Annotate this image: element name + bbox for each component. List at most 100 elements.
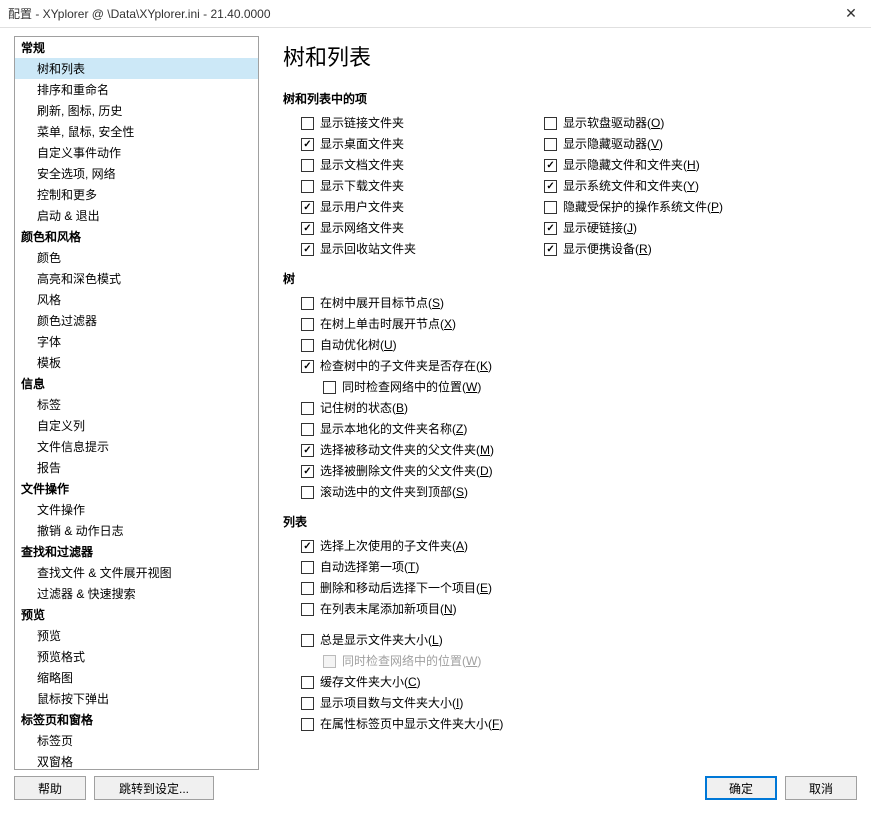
- option-row[interactable]: 总是显示文件夹大小(L): [301, 630, 851, 651]
- sidebar-item[interactable]: 预览格式: [15, 646, 258, 667]
- option-row[interactable]: 在树中展开目标节点(S): [301, 293, 851, 314]
- checkbox[interactable]: [301, 718, 314, 731]
- option-row[interactable]: 删除和移动后选择下一个项目(E): [301, 578, 851, 599]
- sidebar-item[interactable]: 菜单, 鼠标, 安全性: [15, 121, 258, 142]
- option-row[interactable]: 显示硬链接(J): [544, 218, 723, 239]
- checkbox[interactable]: [301, 540, 314, 553]
- option-row[interactable]: 显示便携设备(R): [544, 239, 723, 260]
- spacer: [301, 620, 851, 630]
- option-row[interactable]: 显示下载文件夹: [301, 176, 416, 197]
- close-icon[interactable]: ✕: [831, 0, 871, 28]
- checkbox[interactable]: [301, 180, 314, 193]
- sidebar-item[interactable]: 文件操作: [15, 499, 258, 520]
- checkbox[interactable]: [301, 486, 314, 499]
- option-row[interactable]: 在列表末尾添加新项目(N): [301, 599, 851, 620]
- option-label: 显示项目数与文件夹大小(I): [320, 694, 463, 713]
- checkbox[interactable]: [544, 117, 557, 130]
- checkbox[interactable]: [301, 222, 314, 235]
- option-row[interactable]: 显示回收站文件夹: [301, 239, 416, 260]
- sidebar-item[interactable]: 文件信息提示: [15, 436, 258, 457]
- sidebar-item[interactable]: 字体: [15, 331, 258, 352]
- sidebar-item[interactable]: 自定义事件动作: [15, 142, 258, 163]
- option-row[interactable]: 选择被删除文件夹的父文件夹(D): [301, 461, 851, 482]
- checkbox[interactable]: [544, 159, 557, 172]
- option-row[interactable]: 自动选择第一项(T): [301, 557, 851, 578]
- sidebar-item[interactable]: 模板: [15, 352, 258, 373]
- sidebar-item[interactable]: 风格: [15, 289, 258, 310]
- checkbox[interactable]: [544, 243, 557, 256]
- sidebar-item[interactable]: 查找文件 & 文件展开视图: [15, 562, 258, 583]
- option-row[interactable]: 滚动选中的文件夹到顶部(S): [301, 482, 851, 503]
- checkbox[interactable]: [301, 360, 314, 373]
- sidebar-item[interactable]: 树和列表: [15, 58, 258, 79]
- sidebar-item[interactable]: 启动 & 退出: [15, 205, 258, 226]
- checkbox[interactable]: [301, 339, 314, 352]
- checkbox[interactable]: [301, 465, 314, 478]
- option-row[interactable]: 检查树中的子文件夹是否存在(K): [301, 356, 851, 377]
- checkbox[interactable]: [301, 697, 314, 710]
- option-row[interactable]: 显示隐藏文件和文件夹(H): [544, 155, 723, 176]
- option-row[interactable]: 选择上次使用的子文件夹(A): [301, 536, 851, 557]
- checkbox[interactable]: [301, 318, 314, 331]
- checkbox[interactable]: [544, 201, 557, 214]
- sidebar-item[interactable]: 过滤器 & 快速搜索: [15, 583, 258, 604]
- sidebar-item[interactable]: 预览: [15, 625, 258, 646]
- checkbox[interactable]: [301, 582, 314, 595]
- option-row[interactable]: 显示链接文件夹: [301, 113, 416, 134]
- option-row[interactable]: 选择被移动文件夹的父文件夹(M): [301, 440, 851, 461]
- checkbox[interactable]: [323, 381, 336, 394]
- checkbox[interactable]: [301, 676, 314, 689]
- cancel-button[interactable]: 取消: [785, 776, 857, 800]
- option-row[interactable]: 显示系统文件和文件夹(Y): [544, 176, 723, 197]
- checkbox[interactable]: [301, 201, 314, 214]
- sidebar-item[interactable]: 双窗格: [15, 751, 258, 770]
- sidebar-item[interactable]: 标签: [15, 394, 258, 415]
- sidebar-item[interactable]: 安全选项, 网络: [15, 163, 258, 184]
- option-row[interactable]: 在树上单击时展开节点(X): [301, 314, 851, 335]
- checkbox[interactable]: [301, 423, 314, 436]
- sidebar-item[interactable]: 撤销 & 动作日志: [15, 520, 258, 541]
- help-button[interactable]: 帮助: [14, 776, 86, 800]
- sidebar-item[interactable]: 缩略图: [15, 667, 258, 688]
- checkbox[interactable]: [544, 138, 557, 151]
- checkbox[interactable]: [301, 117, 314, 130]
- checkbox[interactable]: [301, 159, 314, 172]
- checkbox[interactable]: [544, 180, 557, 193]
- option-row[interactable]: 显示项目数与文件夹大小(I): [301, 693, 851, 714]
- jump-button[interactable]: 跳转到设定...: [94, 776, 214, 800]
- checkbox[interactable]: [301, 297, 314, 310]
- ok-button[interactable]: 确定: [705, 776, 777, 800]
- sidebar-item[interactable]: 排序和重命名: [15, 79, 258, 100]
- option-row[interactable]: 显示文档文件夹: [301, 155, 416, 176]
- sidebar-item[interactable]: 高亮和深色模式: [15, 268, 258, 289]
- option-row[interactable]: 显示本地化的文件夹名称(Z): [301, 419, 851, 440]
- option-row[interactable]: 在属性标签页中显示文件夹大小(F): [301, 714, 851, 735]
- checkbox[interactable]: [301, 634, 314, 647]
- sidebar-item[interactable]: 自定义列: [15, 415, 258, 436]
- option-row[interactable]: 显示隐藏驱动器(V): [544, 134, 723, 155]
- sidebar-item[interactable]: 报告: [15, 457, 258, 478]
- option-row[interactable]: 显示网络文件夹: [301, 218, 416, 239]
- option-row[interactable]: 缓存文件夹大小(C): [301, 672, 851, 693]
- sidebar-item[interactable]: 颜色过滤器: [15, 310, 258, 331]
- option-row[interactable]: 显示用户文件夹: [301, 197, 416, 218]
- option-row[interactable]: 记住树的状态(B): [301, 398, 851, 419]
- option-row[interactable]: 隐藏受保护的操作系统文件(P): [544, 197, 723, 218]
- sidebar-item[interactable]: 控制和更多: [15, 184, 258, 205]
- checkbox[interactable]: [544, 222, 557, 235]
- sidebar-item[interactable]: 标签页: [15, 730, 258, 751]
- option-row[interactable]: 同时检查网络中的位置(W): [323, 377, 851, 398]
- option-row[interactable]: 自动优化树(U): [301, 335, 851, 356]
- option-row[interactable]: 显示软盘驱动器(O): [544, 113, 723, 134]
- checkbox[interactable]: [301, 603, 314, 616]
- checkbox[interactable]: [301, 138, 314, 151]
- sidebar: 常规树和列表排序和重命名刷新, 图标, 历史菜单, 鼠标, 安全性自定义事件动作…: [14, 36, 259, 770]
- sidebar-item[interactable]: 鼠标按下弹出: [15, 688, 258, 709]
- checkbox[interactable]: [301, 561, 314, 574]
- checkbox[interactable]: [301, 402, 314, 415]
- option-row[interactable]: 显示桌面文件夹: [301, 134, 416, 155]
- checkbox[interactable]: [301, 243, 314, 256]
- sidebar-item[interactable]: 颜色: [15, 247, 258, 268]
- checkbox[interactable]: [301, 444, 314, 457]
- sidebar-item[interactable]: 刷新, 图标, 历史: [15, 100, 258, 121]
